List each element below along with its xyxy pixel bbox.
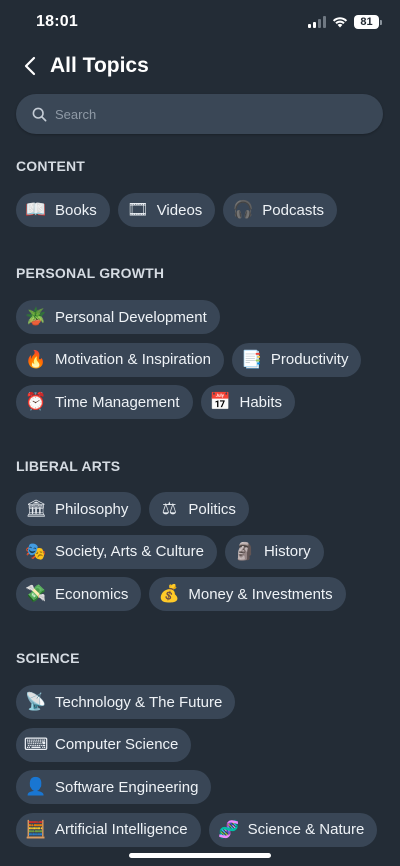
section-title: PERSONAL GROWTH	[16, 265, 165, 281]
topic-emoji-icon: 📡	[25, 692, 47, 711]
battery-level: 81	[354, 15, 379, 29]
topic-chip[interactable]: 🧬 Science & Nature	[208, 812, 378, 847]
topic-emoji-icon: 🔥	[25, 349, 47, 369]
topic-label: Philosophy	[55, 500, 129, 518]
topic-label: Productivity	[270, 351, 349, 368]
topic-label: Videos	[156, 201, 203, 219]
section-title: LIBERAL ARTS	[16, 458, 121, 474]
topic-label: Technology & The Future	[55, 693, 223, 711]
chevron-left-icon	[24, 56, 36, 76]
topic-emoji-icon: 📑	[241, 349, 263, 369]
chip-row: 📡 Technology & The Future	[16, 685, 236, 719]
topic-label: Society, Arts & Culture	[55, 543, 204, 560]
chip-row: 👤 Software Engineering	[16, 770, 212, 804]
search-icon	[32, 107, 47, 121]
chip-row: 🧮 Artificial Intelligence 🧬 Science & Natur…	[16, 812, 378, 847]
topic-label: Time Management	[55, 393, 180, 411]
topic-emoji-icon: 📅	[209, 392, 232, 411]
wifi-icon	[332, 17, 348, 28]
topic-label: Books	[55, 201, 97, 219]
topic-chip[interactable]: ⏰ Time Management	[16, 385, 193, 419]
chip-row: 💸 Economics 💰 Money & Investments	[16, 577, 346, 611]
topic-chip[interactable]: 🧮 Artificial Intelligence	[16, 812, 201, 847]
topic-emoji-icon: 🎞	[126, 200, 149, 219]
section-title: CONTENT	[16, 158, 86, 174]
topic-emoji-icon: 🧮	[25, 819, 47, 839]
chip-row: 🎭 Society, Arts & Culture 🗿 History	[16, 534, 324, 569]
nav-header: All Topics	[0, 44, 400, 88]
topic-chip[interactable]: 🎧 Podcasts	[223, 193, 337, 227]
topic-emoji-icon: 📖	[25, 200, 47, 219]
status-time: 18:01	[36, 13, 78, 30]
topic-label: Economics	[55, 585, 129, 603]
topic-chip[interactable]: 💸 Economics	[16, 577, 142, 611]
topic-chip[interactable]: 💰 Money & Investments	[149, 577, 346, 611]
chip-row: 🪴 Personal Development	[16, 300, 220, 334]
topic-emoji-icon: 💸	[25, 584, 47, 603]
chip-row: ⏰ Time Management 📅 Habits	[16, 385, 296, 419]
chip-row: 🏛 Philosophy ⚖ Politics	[16, 492, 249, 526]
topic-chip[interactable]: 🎭 Society, Arts & Culture	[16, 534, 217, 569]
topic-label: Habits	[239, 393, 283, 411]
topic-chip[interactable]: 🔥 Motivation & Inspiration	[16, 342, 224, 377]
topic-label: Money & Investments	[188, 585, 333, 603]
page-title: All Topics	[50, 54, 149, 77]
chip-row: ⌨ Computer Science	[16, 727, 192, 762]
topic-emoji-icon: 👤	[25, 777, 47, 796]
topic-label: History	[263, 543, 311, 560]
chip-row: 🔥 Motivation & Inspiration 📑 Productivity	[16, 342, 362, 377]
topic-label: Podcasts	[262, 201, 324, 219]
cellular-signal-icon	[308, 16, 326, 28]
topic-label: Personal Development	[55, 308, 207, 326]
chip-row: 📖 Books 🎞 Videos 🎧 Podcasts	[16, 193, 337, 227]
topic-label: Politics	[188, 500, 236, 518]
status-icons: 81	[308, 15, 382, 29]
topic-emoji-icon: ⚖	[161, 499, 178, 518]
topic-chip[interactable]: ⌨ Computer Science	[16, 727, 192, 762]
section-title: SCIENCE	[16, 650, 80, 666]
status-bar: 18:01 81	[0, 0, 400, 44]
topic-emoji-icon: 🧬	[217, 819, 240, 839]
topic-emoji-icon: 🎭	[25, 541, 47, 561]
topic-chip[interactable]: 🗿 History	[224, 534, 324, 569]
topic-label: Science & Nature	[247, 821, 365, 838]
topic-label: Artificial Intelligence	[55, 821, 188, 838]
topic-chip[interactable]: 📑 Productivity	[231, 342, 362, 377]
search-input[interactable]	[55, 106, 355, 122]
topic-emoji-icon: ⌨	[23, 734, 49, 754]
topic-emoji-icon: 💰	[158, 584, 180, 603]
topic-chip[interactable]: 📖 Books	[16, 193, 110, 227]
topic-emoji-icon: 🎧	[232, 200, 254, 219]
topic-chip[interactable]: ⚖ Politics	[149, 492, 249, 526]
back-button[interactable]	[10, 46, 50, 86]
topic-label: Computer Science	[55, 736, 179, 753]
topic-chip[interactable]: 📡 Technology & The Future	[16, 685, 236, 719]
battery-icon: 81	[354, 15, 382, 29]
topic-emoji-icon: ⏰	[25, 392, 47, 411]
topic-chip[interactable]: 🎞 Videos	[117, 193, 216, 227]
topic-label: Motivation & Inspiration	[55, 351, 211, 368]
topic-label: Software Engineering	[55, 778, 199, 796]
home-indicator	[129, 853, 271, 858]
search-bar[interactable]	[16, 94, 383, 134]
topic-emoji-icon: 🪴	[25, 307, 47, 326]
topic-chip[interactable]: 👤 Software Engineering	[16, 770, 212, 804]
topic-emoji-icon: 🗿	[234, 541, 256, 561]
topic-chip[interactable]: 🏛 Philosophy	[16, 492, 142, 526]
topic-chip[interactable]: 🪴 Personal Development	[16, 300, 220, 334]
topic-chip[interactable]: 📅 Habits	[200, 385, 296, 419]
topic-emoji-icon: 🏛	[25, 499, 47, 518]
